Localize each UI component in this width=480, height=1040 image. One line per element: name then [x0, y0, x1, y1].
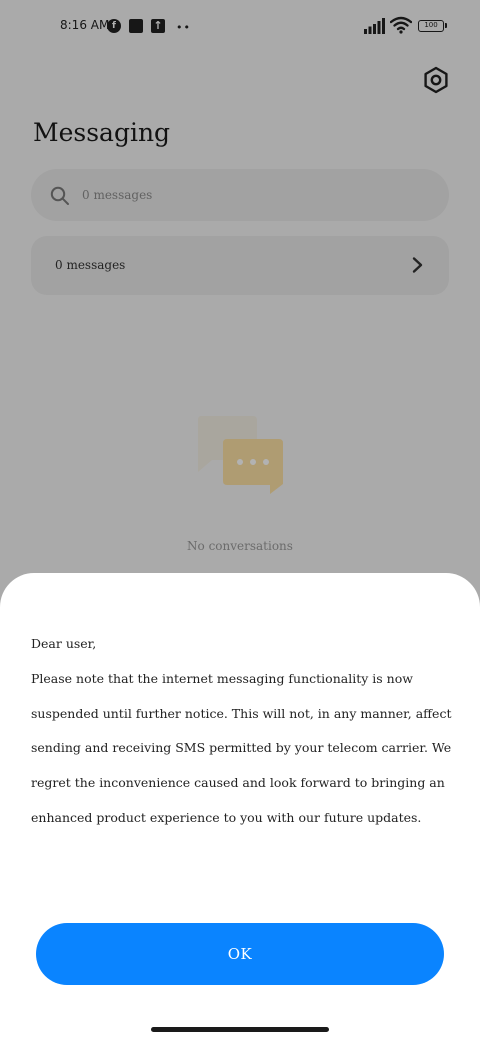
home-indicator[interactable]: [151, 1027, 329, 1032]
notice-greeting: Dear user,: [31, 636, 97, 651]
notice-body: Please note that the internet messaging …: [31, 671, 452, 825]
ok-button[interactable]: OK: [36, 923, 444, 985]
